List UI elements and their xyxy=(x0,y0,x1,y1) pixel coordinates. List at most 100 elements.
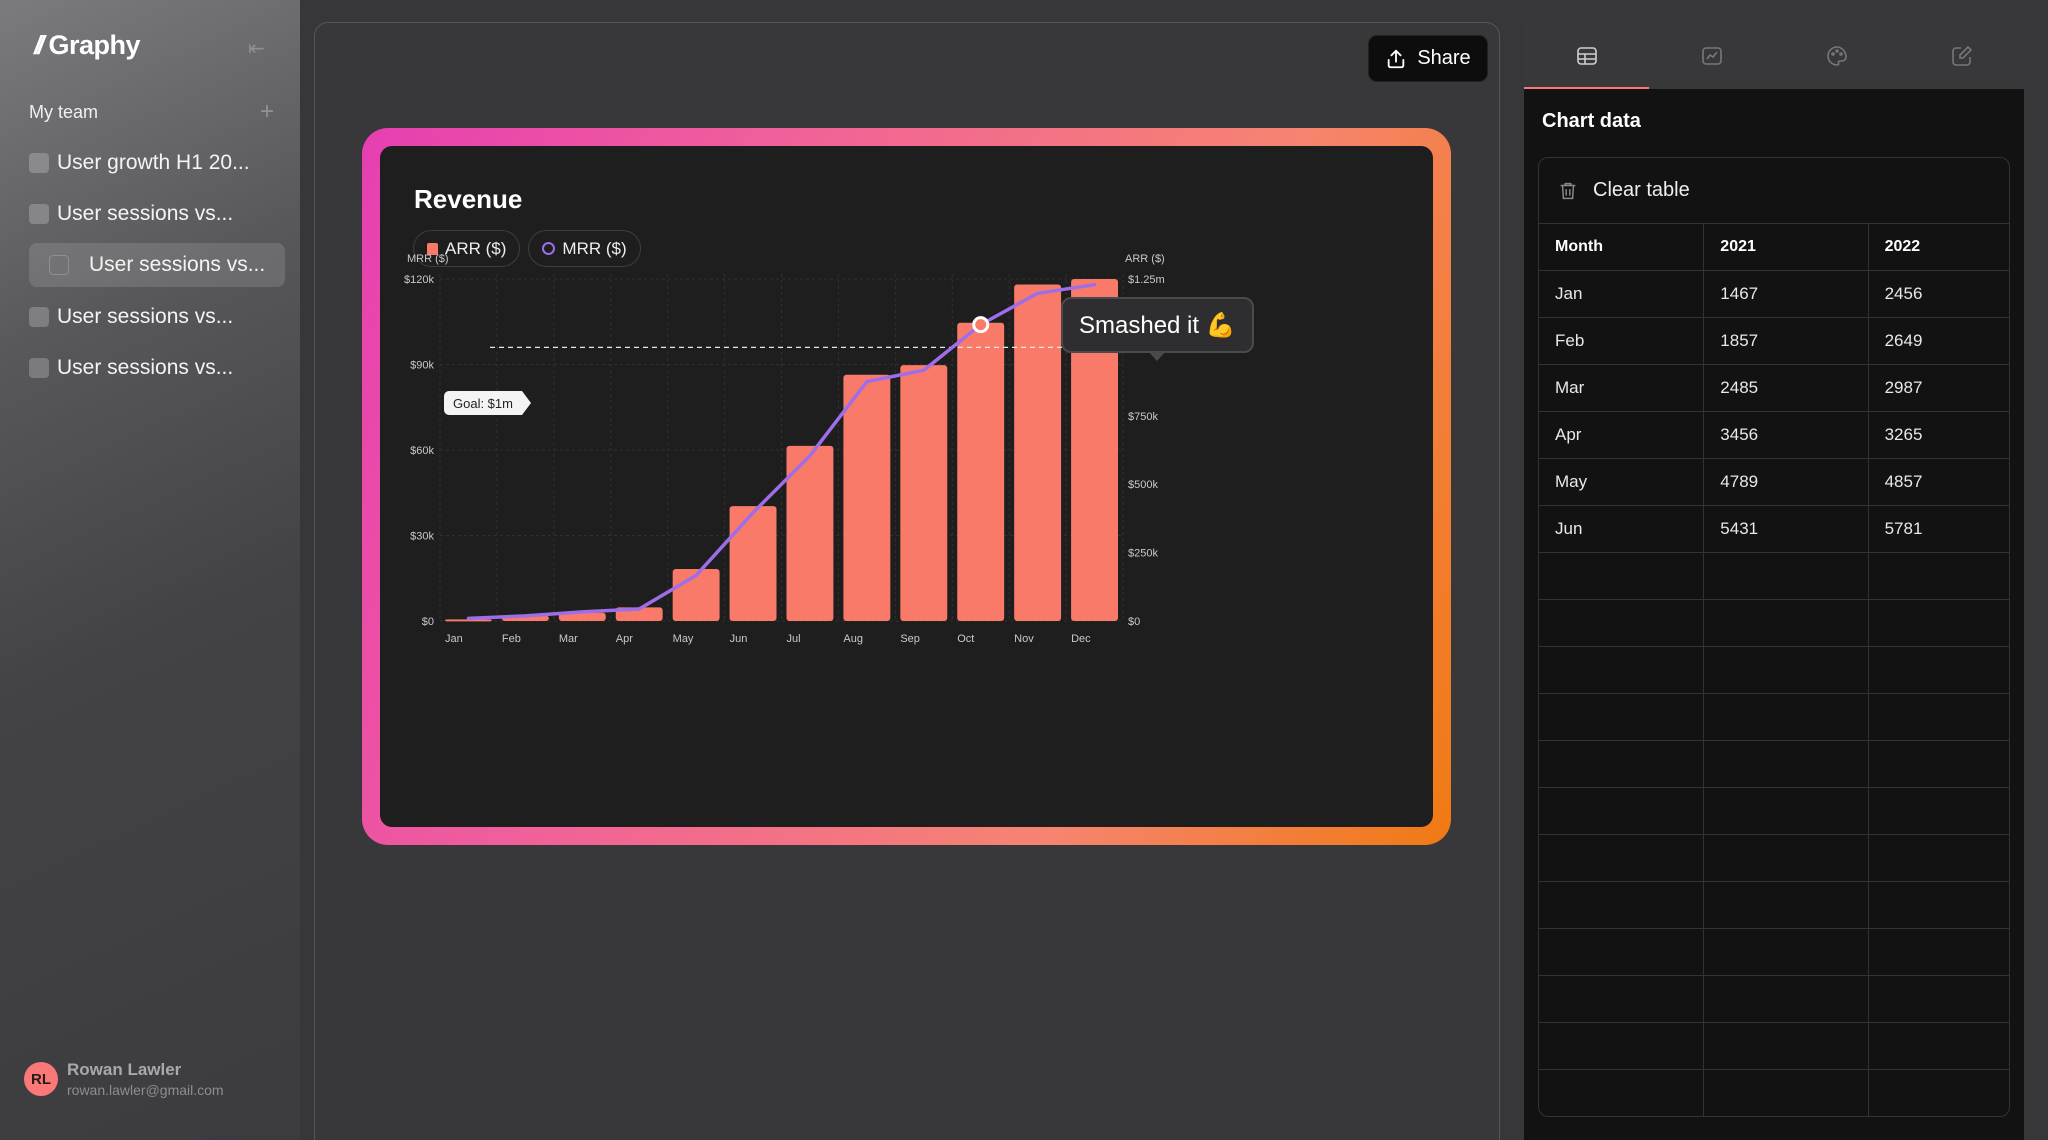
sidebar-item[interactable]: User sessions vs... xyxy=(29,192,285,236)
table-cell[interactable]: Apr xyxy=(1539,412,1705,458)
table-cell[interactable]: 5431 xyxy=(1704,506,1869,552)
sidebar-item[interactable]: User sessions vs... xyxy=(29,346,285,390)
collapse-sidebar-icon[interactable]: ⇤ xyxy=(248,36,265,61)
user-profile[interactable]: RL Rowan Lawler rowan.lawler@gmail.com xyxy=(24,1060,224,1098)
table-row-empty xyxy=(1539,741,2009,788)
app-logo[interactable]: // Graphy xyxy=(34,30,140,61)
table-cell[interactable] xyxy=(1869,600,2009,646)
table-cell[interactable] xyxy=(1539,929,1705,975)
table-cell[interactable] xyxy=(1704,882,1869,928)
tab-style[interactable] xyxy=(1774,22,1899,89)
clear-table-label: Clear table xyxy=(1593,179,1690,201)
table-cell[interactable]: Jun xyxy=(1539,506,1705,552)
share-button[interactable]: Share xyxy=(1368,35,1488,82)
table-cell[interactable] xyxy=(1539,882,1705,928)
table-cell[interactable] xyxy=(1539,1023,1705,1069)
table-cell[interactable] xyxy=(1539,647,1705,693)
y-tick-label-left: $0 xyxy=(422,616,434,628)
annotation-tooltip[interactable]: Smashed it 💪 xyxy=(1061,297,1254,353)
table-cell[interactable] xyxy=(1539,553,1705,599)
table-cell[interactable] xyxy=(1869,929,2009,975)
add-chart-icon[interactable]: + xyxy=(260,100,274,124)
table-cell[interactable] xyxy=(1869,882,2009,928)
table-cell[interactable]: 1467 xyxy=(1704,271,1869,317)
table-cell[interactable] xyxy=(1869,647,2009,693)
table-cell[interactable] xyxy=(1869,741,2009,787)
share-label: Share xyxy=(1417,47,1471,69)
table-cell[interactable] xyxy=(1539,694,1705,740)
table-cell[interactable] xyxy=(1704,1023,1869,1069)
table-cell[interactable] xyxy=(1869,976,2009,1022)
table-cell[interactable] xyxy=(1869,694,2009,740)
table-cell[interactable]: 2456 xyxy=(1869,271,2009,317)
table-cell[interactable]: May xyxy=(1539,459,1705,505)
table-cell[interactable] xyxy=(1704,835,1869,881)
avatar: RL xyxy=(24,1062,58,1096)
table-cell[interactable]: 2485 xyxy=(1704,365,1869,411)
table-cell[interactable]: 2649 xyxy=(1869,318,2009,364)
table-cell[interactable] xyxy=(1869,788,2009,834)
table-cell[interactable] xyxy=(1539,788,1705,834)
y-tick-label-left: $120k xyxy=(404,274,434,286)
table-cell[interactable] xyxy=(1539,1070,1705,1116)
chart-file-icon xyxy=(29,307,49,327)
tab-edit[interactable] xyxy=(1899,22,2024,89)
table-icon xyxy=(1576,46,1597,65)
table-cell[interactable]: Jan xyxy=(1539,271,1705,317)
table-cell[interactable] xyxy=(1539,741,1705,787)
graphy-logo-icon: // xyxy=(34,30,45,60)
sidebar-item-label: User sessions vs... xyxy=(57,305,234,328)
tab-chart[interactable] xyxy=(1649,22,1774,89)
table-cell[interactable] xyxy=(1704,647,1869,693)
table-cell[interactable] xyxy=(1869,835,2009,881)
highlight-point xyxy=(972,316,990,334)
sidebar-item[interactable]: User sessions vs... xyxy=(29,295,285,339)
table-cell[interactable] xyxy=(1539,600,1705,646)
table-cell[interactable]: 3265 xyxy=(1869,412,2009,458)
table-cell[interactable] xyxy=(1539,835,1705,881)
edit-icon xyxy=(1951,45,1972,66)
table-cell[interactable]: 4857 xyxy=(1869,459,2009,505)
table-cell[interactable]: 4789 xyxy=(1704,459,1869,505)
table-cell[interactable] xyxy=(1704,600,1869,646)
column-header[interactable]: 2021 xyxy=(1704,224,1869,270)
table-cell[interactable]: Mar xyxy=(1539,365,1705,411)
table-cell[interactable] xyxy=(1704,976,1869,1022)
table-cell[interactable] xyxy=(1704,929,1869,975)
x-tick-label: Sep xyxy=(900,633,920,645)
chart-frame[interactable]: Revenue ARR ($) MRR ($) $0 $30k $60k $90k $1… xyxy=(362,128,1451,845)
tab-data[interactable] xyxy=(1524,22,1649,89)
table-cell[interactable]: 3456 xyxy=(1704,412,1869,458)
column-header[interactable]: Month xyxy=(1539,224,1705,270)
table-cell[interactable] xyxy=(1704,788,1869,834)
table-cell[interactable] xyxy=(1539,976,1705,1022)
clear-table-button[interactable]: Clear table xyxy=(1539,158,2009,224)
table-cell[interactable]: Feb xyxy=(1539,318,1705,364)
table-row-empty xyxy=(1539,647,2009,694)
sidebar-item-active[interactable]: User sessions vs... xyxy=(29,243,285,287)
x-tick-label: Jan xyxy=(445,633,463,645)
sidebar-item[interactable]: User growth H1 20... xyxy=(29,141,285,185)
team-label: My team xyxy=(29,101,99,122)
table-cell[interactable] xyxy=(1869,553,2009,599)
table-cell[interactable] xyxy=(1869,1023,2009,1069)
table-row: Jan 1467 2456 xyxy=(1539,271,2009,318)
x-tick-label: Jul xyxy=(787,633,801,645)
table-cell[interactable] xyxy=(1704,741,1869,787)
sidebar: // Graphy ⇤ My team + User growth H1 20.… xyxy=(0,0,300,1140)
chart-plot[interactable]: $0$30k$60k$90k$120k$0$250k$500k$750k$1m$… xyxy=(380,146,1433,827)
table-cell[interactable] xyxy=(1869,1070,2009,1116)
table-cell[interactable] xyxy=(1704,553,1869,599)
table-cell[interactable] xyxy=(1704,694,1869,740)
table-row-empty xyxy=(1539,882,2009,929)
y-axis-title-right: ARR ($) xyxy=(1125,253,1165,265)
data-panel: Chart data Clear table Month 2021 2022 J… xyxy=(1524,22,2024,1140)
column-header[interactable]: 2022 xyxy=(1869,224,2009,270)
table-row-empty xyxy=(1539,929,2009,976)
table-cell[interactable]: 5781 xyxy=(1869,506,2009,552)
table-row-empty xyxy=(1539,694,2009,741)
table-cell[interactable] xyxy=(1704,1070,1869,1116)
chart-file-icon xyxy=(29,153,49,173)
table-cell[interactable]: 2987 xyxy=(1869,365,2009,411)
table-cell[interactable]: 1857 xyxy=(1704,318,1869,364)
